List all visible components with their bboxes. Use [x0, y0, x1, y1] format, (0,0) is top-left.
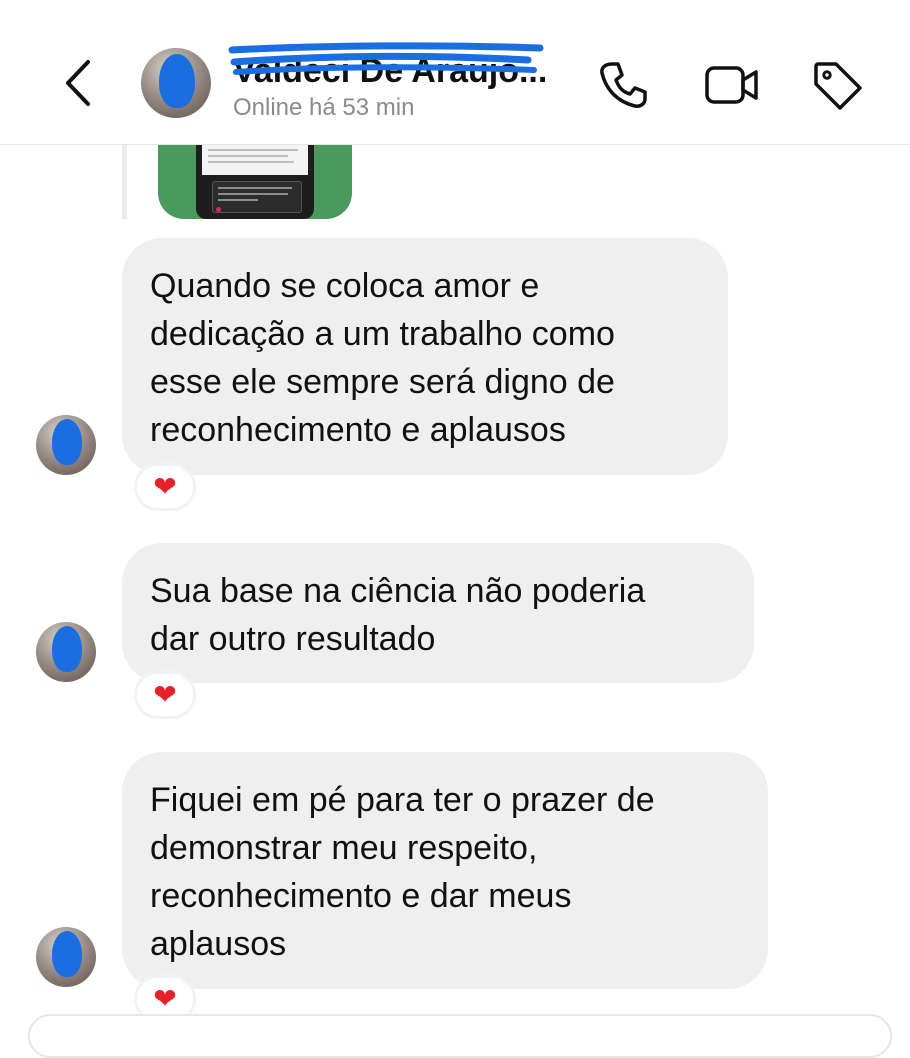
image-text-line — [208, 161, 294, 163]
tag-icon — [814, 62, 862, 110]
message-bubble[interactable]: Sua base na ciência não poderia dar outr… — [122, 543, 754, 683]
avatar-redaction — [159, 54, 195, 108]
chevron-left-icon — [66, 60, 90, 106]
tag-button[interactable] — [812, 60, 862, 110]
avatar-redaction — [52, 419, 82, 465]
message-thread[interactable]: Quando se coloca amor e dedicação a um t… — [0, 145, 910, 1024]
sender-avatar[interactable] — [36, 927, 96, 987]
heart-icon: ❤ — [153, 982, 177, 1015]
reply-quote-line — [122, 145, 127, 219]
message-bubble[interactable]: Fiquei em pé para ter o prazer de demons… — [122, 752, 768, 989]
call-button[interactable] — [598, 60, 648, 110]
heart-reaction[interactable]: ❤ — [134, 463, 196, 511]
image-text-line — [208, 149, 298, 151]
image-text-line — [218, 187, 292, 189]
message-composer[interactable] — [28, 1014, 892, 1058]
contact-name[interactable]: Valdeci De Araujo... — [233, 52, 547, 91]
shared-image-preview[interactable] — [158, 145, 352, 219]
video-camera-icon — [705, 66, 758, 104]
sender-avatar[interactable] — [36, 415, 96, 475]
phone-icon — [600, 62, 647, 108]
image-heart-icon — [216, 207, 221, 212]
image-text-line — [218, 199, 258, 201]
heart-icon: ❤ — [153, 678, 177, 711]
image-text-line — [208, 155, 288, 157]
back-button[interactable] — [58, 58, 102, 108]
heart-reaction[interactable]: ❤ — [134, 671, 196, 719]
avatar-redaction — [52, 931, 82, 977]
contact-avatar[interactable] — [141, 48, 211, 118]
image-text-line — [218, 193, 288, 195]
image-message-bubble — [212, 181, 302, 213]
message-bubble[interactable]: Quando se coloca amor e dedicação a um t… — [122, 238, 728, 475]
chat-header: Valdeci De Araujo... Online há 53 min — [0, 0, 910, 145]
online-status: Online há 53 min — [233, 94, 415, 121]
sender-avatar[interactable] — [36, 622, 96, 682]
video-call-button[interactable] — [704, 60, 758, 110]
avatar-redaction — [52, 626, 82, 672]
heart-icon: ❤ — [153, 470, 177, 503]
